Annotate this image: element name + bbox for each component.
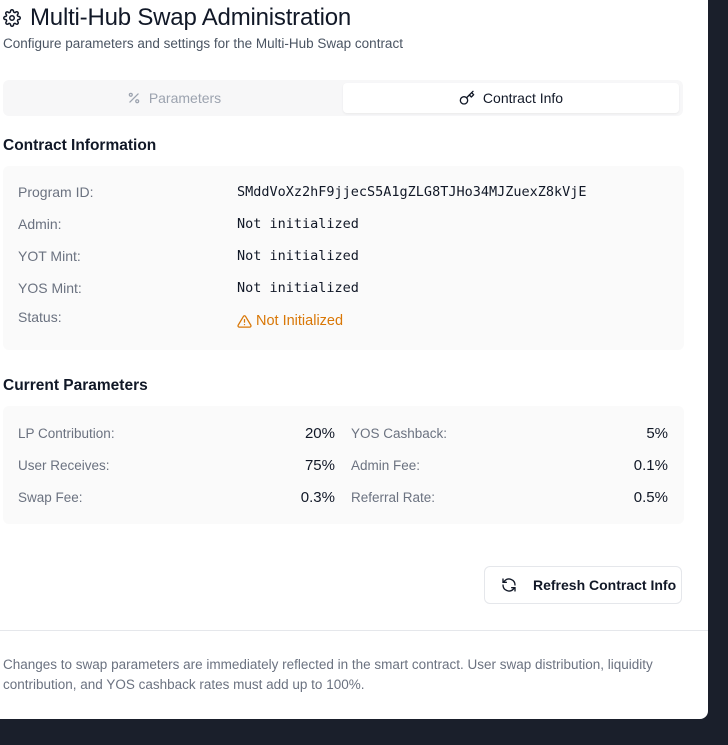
program-id-value: SMddVoXz2hF9jjecS5A1gZLG8TJHo34MJZuexZ8k…: [237, 184, 587, 200]
admin-value: Not initialized: [237, 216, 359, 232]
info-label: Program ID:: [18, 184, 94, 200]
info-row-status: Status: Not Initialized: [18, 309, 658, 331]
yos-mint-value: Not initialized: [237, 280, 359, 296]
param-yos-cashback: YOS Cashback: 5%: [351, 423, 668, 443]
tab-contract-info-label: Contract Info: [482, 90, 564, 106]
current-parameters-heading: Current Parameters: [3, 377, 148, 394]
param-label: User Receives:: [18, 457, 110, 473]
param-label: Admin Fee:: [351, 457, 421, 473]
param-value: 0.5%: [633, 488, 668, 506]
param-lp-contribution: LP Contribution: 20%: [18, 423, 335, 443]
tab-contract-info[interactable]: Contract Info: [343, 83, 679, 113]
param-label: LP Contribution:: [18, 425, 115, 441]
param-value: 20%: [304, 424, 335, 442]
refresh-icon: [501, 577, 517, 593]
key-icon: [459, 90, 475, 106]
warning-triangle-icon: [237, 314, 252, 328]
param-value: 0.1%: [633, 456, 668, 474]
refresh-button-label: Refresh Contract Info: [533, 577, 677, 593]
info-row-yot-mint: YOT Mint: Not initialized: [18, 246, 658, 266]
param-user-receives: User Receives: 75%: [18, 455, 335, 475]
param-label: Swap Fee:: [18, 489, 83, 505]
param-label: YOS Cashback:: [351, 425, 448, 441]
percent-icon: [127, 91, 141, 105]
tab-parameters-label: Parameters: [148, 90, 222, 106]
tab-list: Parameters Contract Info: [3, 80, 683, 116]
footer-note: Changes to swap parameters are immediate…: [3, 657, 653, 692]
info-label: YOT Mint:: [18, 248, 81, 264]
status-text: Not Initialized: [256, 313, 344, 329]
param-swap-fee: Swap Fee: 0.3%: [18, 487, 335, 507]
refresh-contract-info-button[interactable]: Refresh Contract Info: [484, 566, 682, 604]
contract-info-panel: Program ID: SMddVoXz2hF9jjecS5A1gZLG8TJH…: [3, 166, 684, 350]
info-row-admin: Admin: Not initialized: [18, 214, 658, 234]
page-subtitle: Configure parameters and settings for th…: [3, 36, 403, 51]
info-row-program-id: Program ID: SMddVoXz2hF9jjecS5A1gZLG8TJH…: [18, 182, 658, 202]
page-header: Multi-Hub Swap Administration: [3, 4, 351, 32]
gear-icon: [3, 9, 21, 27]
contract-info-heading: Contract Information: [3, 137, 157, 154]
param-value: 5%: [646, 424, 668, 442]
param-referral-rate: Referral Rate: 0.5%: [351, 487, 668, 507]
info-label: Admin:: [18, 216, 62, 232]
info-row-yos-mint: YOS Mint: Not initialized: [18, 278, 658, 298]
yot-mint-value: Not initialized: [237, 248, 359, 264]
current-parameters-panel: LP Contribution: 20% User Receives: 75% …: [3, 406, 684, 524]
page-title: Multi-Hub Swap Administration: [30, 4, 352, 31]
status-badge: Not Initialized: [237, 313, 343, 329]
admin-card: Multi-Hub Swap Administration Configure …: [0, 0, 708, 719]
param-value: 75%: [304, 456, 335, 474]
param-label: Referral Rate:: [351, 489, 436, 505]
param-value: 0.3%: [300, 488, 335, 506]
info-label: YOS Mint:: [18, 280, 82, 296]
info-label: Status:: [18, 309, 62, 325]
param-admin-fee: Admin Fee: 0.1%: [351, 455, 668, 475]
tab-parameters[interactable]: Parameters: [6, 83, 342, 113]
divider: [0, 630, 708, 631]
